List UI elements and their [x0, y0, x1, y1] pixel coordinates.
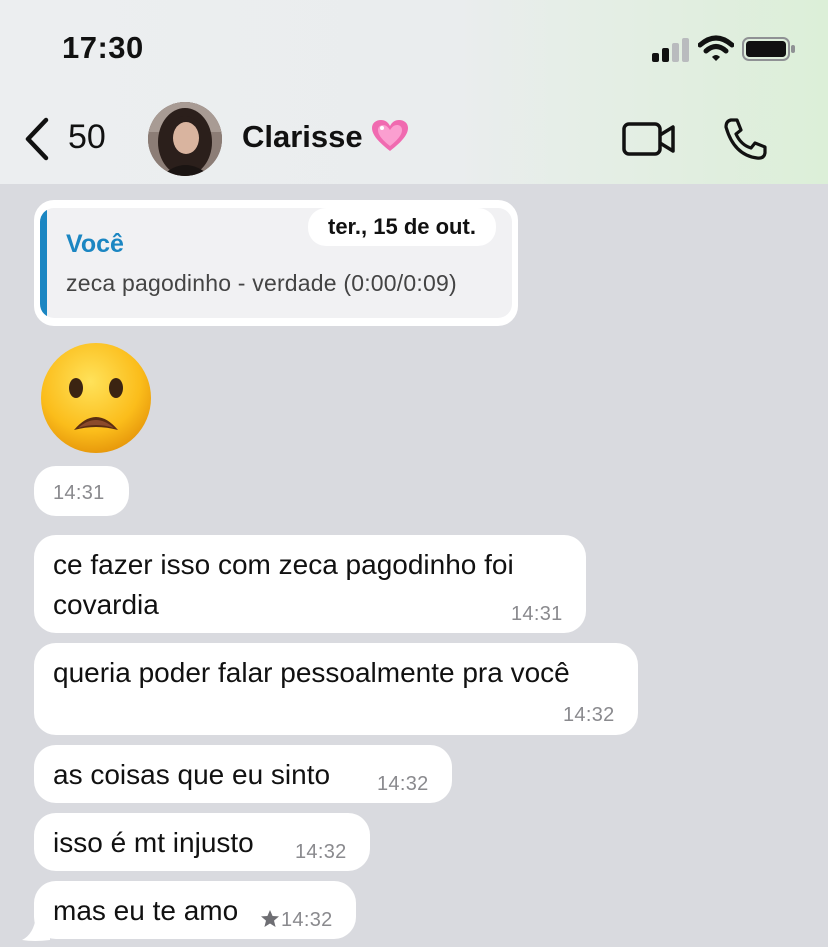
phone-icon[interactable]	[722, 117, 768, 161]
message-time: 14:32	[377, 773, 429, 795]
message-bubble[interactable]: mas eu te amo 14:32	[34, 881, 356, 939]
wifi-icon	[698, 35, 734, 61]
message-bubble[interactable]: as coisas que eu sinto 14:32	[34, 745, 452, 803]
message-time: 14:32	[563, 704, 615, 726]
avatar[interactable]	[148, 102, 222, 176]
quoted-author: Você	[66, 230, 124, 258]
message-time: 14:31	[53, 482, 105, 504]
signal-icon	[652, 38, 689, 62]
message-text-line: covardia	[53, 589, 159, 620]
status-time: 17:30	[62, 30, 144, 65]
anguished-face-emoji[interactable]	[38, 340, 154, 456]
video-call-icon[interactable]	[622, 120, 676, 158]
message-time: 14:31	[511, 603, 563, 625]
star-icon	[261, 910, 279, 927]
contact-name-text: Clarisse	[242, 119, 363, 154]
unread-count[interactable]: 50	[68, 118, 106, 157]
message-text-line: mas eu te amo	[53, 895, 239, 926]
sparkling-heart-icon	[371, 119, 408, 151]
timestamp-bubble[interactable]: 14:31	[34, 466, 129, 516]
message-time: 14:32	[281, 909, 333, 931]
message-bubble[interactable]: ce fazer isso com zeca pagodinho foi cov…	[34, 535, 586, 633]
message-bubble[interactable]: queria poder falar pessoalmente pra você…	[34, 643, 638, 735]
chat-header: 17:30 50 Clarisse	[0, 0, 828, 184]
message-text-line: as coisas que eu sinto	[53, 759, 331, 790]
date-badge: ter., 15 de out.	[308, 208, 496, 246]
quoted-text: zeca pagodinho - verdade (0:00/0:09)	[66, 270, 457, 296]
quote-accent-bar	[40, 208, 47, 318]
message-bubble[interactable]: isso é mt injusto 14:32	[34, 813, 370, 871]
message-time: 14:32	[295, 841, 347, 863]
message-text-line: queria poder falar pessoalmente pra você	[53, 657, 570, 688]
avatar-image	[148, 102, 222, 176]
message-text-line: ce fazer isso com zeca pagodinho foi	[53, 549, 514, 580]
message-text-line: isso é mt injusto	[53, 827, 254, 858]
contact-name[interactable]: Clarisse	[242, 119, 409, 156]
back-chevron-icon[interactable]	[22, 116, 52, 162]
battery-icon	[742, 37, 795, 61]
